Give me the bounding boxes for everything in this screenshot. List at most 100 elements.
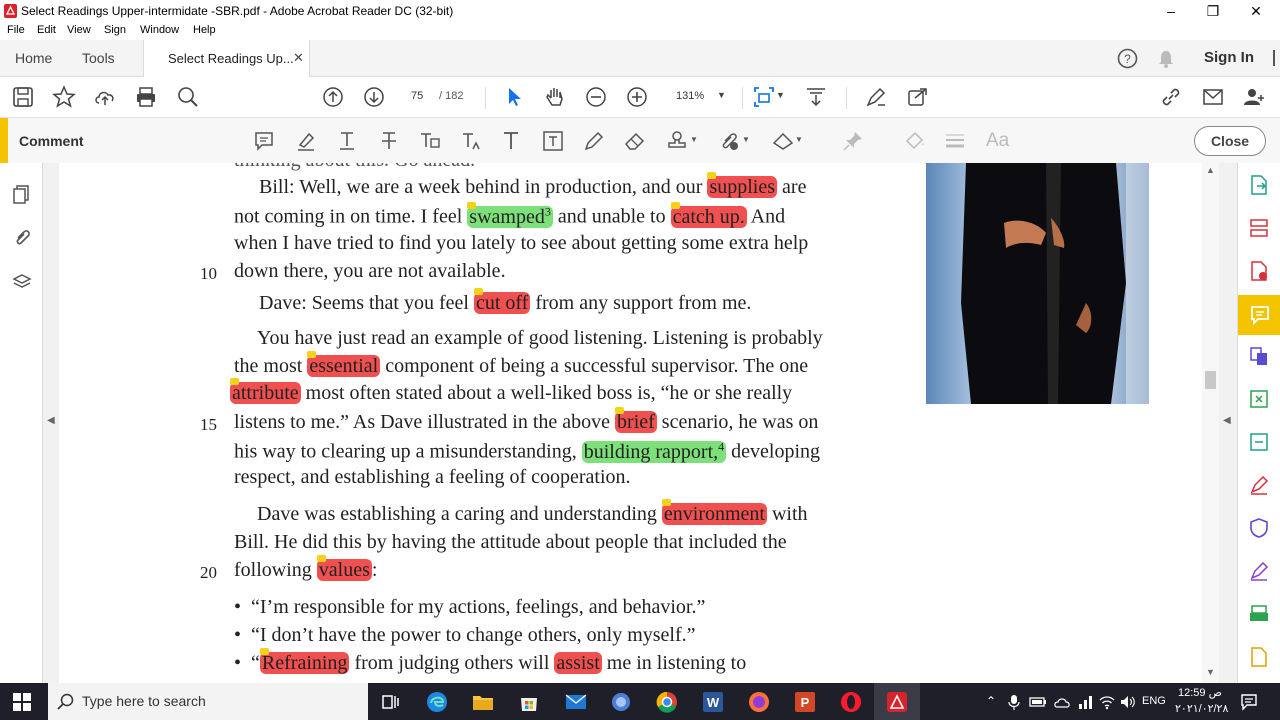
clock-time[interactable]: 12:59 ص (1178, 686, 1222, 699)
acrobat-taskbar-button[interactable] (874, 683, 920, 720)
select-cursor-icon[interactable] (503, 85, 527, 109)
windows-start-icon[interactable] (13, 693, 31, 711)
edge-browser-icon[interactable] (424, 689, 450, 715)
comment-tool-active[interactable] (1238, 295, 1280, 335)
highlight-red[interactable]: values (316, 559, 372, 581)
help-icon[interactable]: ? (1117, 48, 1138, 69)
clock-date[interactable]: ٢٠٢١/٠٢/٢٨ (1175, 702, 1228, 715)
text-box-icon[interactable] (541, 129, 565, 153)
highlight-red[interactable]: brief (615, 411, 657, 433)
line-weight-icon[interactable] (943, 129, 967, 153)
stamp-icon[interactable] (665, 129, 689, 153)
comment-note-icon[interactable] (707, 172, 717, 179)
menu-window[interactable]: Window (140, 24, 179, 36)
microsoft-store-icon[interactable] (516, 689, 542, 715)
right-pane-toggle[interactable]: ◀ (1219, 163, 1237, 683)
comment-note-icon[interactable] (670, 201, 680, 209)
more-tools-icon[interactable] (1248, 646, 1272, 670)
sign-in-link[interactable]: Sign In (1204, 49, 1254, 66)
tab-document[interactable]: Select Readings Up... ✕ (143, 40, 310, 77)
tab-home[interactable]: Home (15, 40, 52, 76)
scroll-down-arrow-icon[interactable]: ▼ (1206, 667, 1215, 677)
attachments-icon[interactable] (12, 227, 32, 247)
restore-button[interactable]: ❐ (1192, 0, 1234, 22)
sticky-note-icon[interactable] (252, 129, 276, 153)
bell-icon[interactable] (1157, 49, 1175, 69)
mail-icon[interactable] (563, 689, 589, 715)
show-hidden-icons-chevron-icon[interactable]: ⌃ (986, 694, 996, 708)
save-icon[interactable] (11, 85, 35, 109)
close-window-button[interactable]: ✕ (1235, 0, 1277, 22)
shapes-icon[interactable] (771, 129, 795, 153)
overflow-icon[interactable] (1273, 50, 1280, 66)
shapes-dropdown-chevron-icon[interactable]: ▼ (795, 135, 803, 144)
collapse-left-chevron-icon[interactable]: ◀ (47, 415, 55, 426)
volume-icon[interactable] (1119, 694, 1135, 710)
request-signature-icon[interactable] (1248, 560, 1272, 584)
minimize-button[interactable]: – (1150, 0, 1192, 22)
print-icon[interactable] (134, 85, 158, 109)
highlight-red[interactable]: Refraining (259, 652, 350, 674)
zoom-in-icon[interactable] (625, 85, 649, 109)
wifi-icon[interactable] (1099, 694, 1115, 710)
onedrive-icon[interactable] (1054, 695, 1070, 709)
highlight-red[interactable]: supplies (707, 176, 778, 198)
chrome-icon[interactable] (654, 689, 680, 715)
attach-dropdown-chevron-icon[interactable]: ▼ (742, 135, 750, 144)
page-thumbnails-icon[interactable] (12, 184, 32, 204)
highlight-green[interactable]: swamped3 (467, 204, 553, 228)
powerpoint-icon[interactable]: P (792, 689, 818, 715)
tab-tools[interactable]: Tools (82, 40, 115, 76)
export-pdf-icon[interactable] (1248, 174, 1272, 198)
comment-note-icon[interactable] (661, 499, 671, 506)
link-icon[interactable] (1159, 85, 1183, 109)
word-icon[interactable]: W (700, 689, 726, 715)
pin-icon[interactable] (841, 129, 865, 153)
comment-note-icon[interactable] (230, 378, 239, 385)
strikethrough-text-icon[interactable] (377, 129, 401, 153)
compress-pdf-icon[interactable] (1248, 388, 1272, 412)
highlight-pen-icon[interactable] (294, 129, 318, 153)
scrolling-mode-icon[interactable] (804, 85, 828, 109)
scan-ocr-icon[interactable] (1248, 431, 1272, 455)
firefox-icon[interactable] (746, 689, 772, 715)
hand-tool-icon[interactable] (543, 85, 567, 109)
previous-page-icon[interactable] (321, 85, 345, 109)
taskbar-search-box[interactable]: Type here to search (48, 683, 368, 720)
scrollbar-thumb[interactable] (1205, 371, 1216, 389)
highlight-red[interactable]: essential (307, 355, 381, 377)
insert-text-icon[interactable] (460, 129, 484, 153)
combine-files-icon[interactable] (1248, 345, 1272, 369)
comment-note-icon[interactable] (467, 201, 477, 209)
battery-icon[interactable] (1029, 696, 1047, 708)
fill-sign-icon[interactable] (1248, 474, 1272, 498)
comment-note-icon[interactable] (307, 351, 317, 358)
print-production-icon[interactable] (1248, 603, 1272, 627)
collapse-right-chevron-icon[interactable]: ◀ (1223, 415, 1231, 426)
highlight-red[interactable]: attribute (230, 382, 301, 404)
close-comment-button[interactable]: Close (1194, 126, 1266, 156)
search-zoom-icon[interactable] (176, 85, 200, 109)
highlight-green[interactable]: building rapport,4 (581, 439, 727, 463)
tab-close-icon[interactable]: ✕ (293, 50, 304, 66)
task-view-icon[interactable] (377, 689, 403, 715)
network-icon[interactable] (1078, 694, 1094, 710)
add-user-icon[interactable] (1242, 85, 1266, 109)
notifications-icon[interactable] (1240, 693, 1258, 711)
page-number-input[interactable]: 75 (411, 90, 423, 102)
replace-text-icon[interactable] (418, 129, 442, 153)
file-explorer-icon[interactable] (470, 689, 496, 715)
zoom-level[interactable]: 131% (676, 90, 704, 102)
menu-file[interactable]: File (7, 24, 25, 36)
scroll-up-arrow-icon[interactable]: ▲ (1206, 165, 1215, 175)
highlight-red[interactable]: environment (661, 503, 767, 525)
menu-view[interactable]: View (67, 24, 91, 36)
add-text-icon[interactable] (499, 129, 523, 153)
menu-help[interactable]: Help (193, 24, 216, 36)
email-icon[interactable] (1201, 85, 1225, 109)
star-icon[interactable] (52, 85, 76, 109)
menu-edit[interactable]: Edit (37, 24, 56, 36)
opera-icon[interactable] (838, 689, 864, 715)
comment-note-icon[interactable] (473, 288, 483, 295)
text-properties-label[interactable]: Aa (986, 130, 1009, 152)
